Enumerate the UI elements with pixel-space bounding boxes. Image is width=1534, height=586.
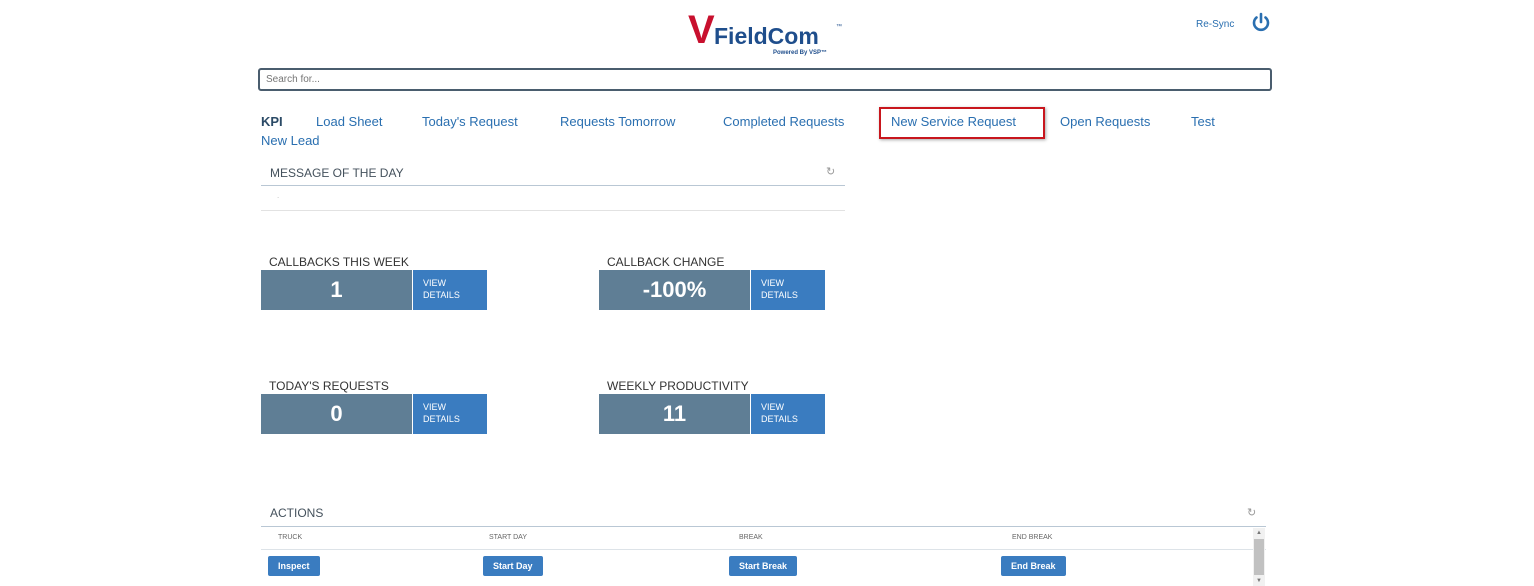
view-details-line1: VIEW: [423, 402, 447, 412]
nav-todays-request[interactable]: Today's Request: [422, 114, 518, 129]
kpi-label: TODAY'S REQUESTS: [269, 379, 389, 393]
nav-kpi[interactable]: KPI: [261, 114, 283, 129]
start-day-button[interactable]: Start Day: [483, 556, 543, 576]
search-input[interactable]: [258, 68, 1272, 91]
kpi-label: WEEKLY PRODUCTIVITY: [607, 379, 749, 393]
nav-open-requests[interactable]: Open Requests: [1060, 114, 1150, 129]
view-details-line2: DETAILS: [761, 414, 798, 424]
kpi-value: 11: [599, 394, 750, 434]
power-icon[interactable]: [1250, 11, 1272, 33]
logo-trademark: ™: [836, 24, 842, 30]
view-details-button[interactable]: VIEW DETAILS: [751, 270, 825, 310]
actions-panel: ACTIONS ↻ TRUCK START DAY BREAK END BREA…: [261, 502, 1266, 580]
actions-scrollbar[interactable]: ▲ ▼: [1253, 528, 1265, 586]
view-details-line2: DETAILS: [423, 290, 460, 300]
message-of-the-day-panel: MESSAGE OF THE DAY ↻ .: [261, 161, 845, 211]
scrollbar-thumb[interactable]: [1254, 539, 1264, 575]
motd-body: .: [261, 186, 845, 211]
nav-test[interactable]: Test: [1191, 114, 1215, 129]
view-details-button[interactable]: VIEW DETAILS: [751, 394, 825, 434]
nav-load-sheet[interactable]: Load Sheet: [316, 114, 383, 129]
motd-header: MESSAGE OF THE DAY ↻: [261, 161, 845, 186]
refresh-icon[interactable]: ↻: [826, 167, 837, 178]
logo-v-mark: V: [688, 8, 715, 52]
nav-new-service-request[interactable]: New Service Request: [891, 114, 1016, 129]
kpi-value: 0: [261, 394, 412, 434]
actions-title: ACTIONS: [270, 506, 324, 520]
column-truck: TRUCK: [278, 534, 303, 541]
resync-link[interactable]: Re-Sync: [1196, 19, 1234, 30]
actions-column-headers: TRUCK START DAY BREAK END BREAK: [261, 527, 1266, 550]
scroll-down-arrow-icon[interactable]: ▼: [1253, 576, 1265, 586]
column-start-day: START DAY: [489, 534, 527, 541]
nav-requests-tomorrow[interactable]: Requests Tomorrow: [560, 114, 675, 129]
view-details-line2: DETAILS: [423, 414, 460, 424]
view-details-line2: DETAILS: [761, 290, 798, 300]
column-end-break: END BREAK: [1012, 534, 1053, 541]
view-details-line1: VIEW: [761, 278, 785, 288]
kpi-label: CALLBACKS THIS WEEK: [269, 255, 409, 269]
scroll-up-arrow-icon[interactable]: ▲: [1253, 528, 1265, 538]
nav-new-lead[interactable]: New Lead: [261, 133, 320, 148]
kpi-callbacks-this-week: CALLBACKS THIS WEEK 1 VIEW DETAILS: [261, 254, 487, 310]
kpi-value: 1: [261, 270, 412, 310]
refresh-icon[interactable]: ↻: [1247, 508, 1258, 519]
kpi-weekly-productivity: WEEKLY PRODUCTIVITY 11 VIEW DETAILS: [599, 378, 825, 434]
kpi-todays-requests: TODAY'S REQUESTS 0 VIEW DETAILS: [261, 378, 487, 434]
actions-header: ACTIONS ↻: [261, 502, 1266, 527]
kpi-label: CALLBACK CHANGE: [607, 255, 725, 269]
view-details-button[interactable]: VIEW DETAILS: [413, 270, 487, 310]
nav-completed-requests[interactable]: Completed Requests: [723, 114, 844, 129]
motd-title: MESSAGE OF THE DAY: [270, 166, 404, 180]
actions-row: Inspect Start Day Start Break End Break: [261, 550, 1266, 580]
kpi-callback-change: CALLBACK CHANGE -100% VIEW DETAILS: [599, 254, 825, 310]
logo-tagline: Powered By VSP™: [773, 50, 828, 56]
column-break: BREAK: [739, 534, 763, 541]
view-details-button[interactable]: VIEW DETAILS: [413, 394, 487, 434]
kpi-value: -100%: [599, 270, 750, 310]
start-break-button[interactable]: Start Break: [729, 556, 798, 576]
end-break-button[interactable]: End Break: [1001, 556, 1066, 576]
view-details-line1: VIEW: [761, 402, 785, 412]
vfieldcom-logo: V FieldCom ™ Powered By VSP™: [688, 10, 848, 60]
logo-wordmark: FieldCom: [714, 23, 819, 49]
inspect-button[interactable]: Inspect: [268, 556, 320, 576]
view-details-line1: VIEW: [423, 278, 447, 288]
